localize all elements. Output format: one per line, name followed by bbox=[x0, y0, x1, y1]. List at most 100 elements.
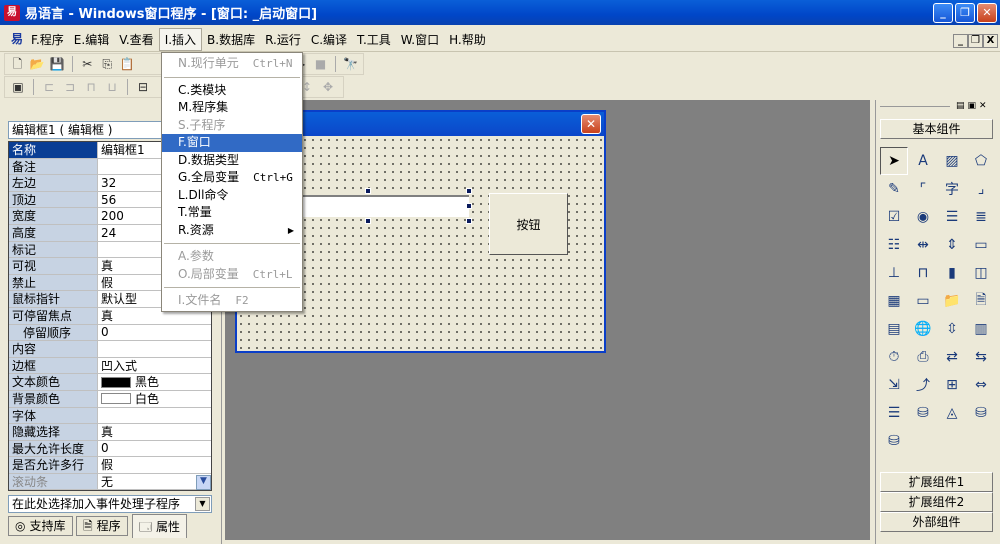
extended-components-1-button[interactable]: 扩展组件1 bbox=[880, 472, 993, 492]
resize-handle[interactable] bbox=[466, 218, 472, 224]
tab-program[interactable]: 🗎 程序 bbox=[76, 516, 128, 536]
event-selector[interactable]: 在此处选择加入事件处理子程序 ▼ bbox=[8, 495, 212, 513]
close-button[interactable]: ✕ bbox=[977, 3, 997, 23]
scrollbar-v-icon[interactable]: ⇕ bbox=[938, 231, 966, 259]
timer-icon[interactable]: ⏱ bbox=[880, 343, 908, 371]
property-value[interactable]: 0 bbox=[98, 325, 211, 341]
resize-handle[interactable] bbox=[466, 203, 472, 209]
paste-icon[interactable]: 📋 bbox=[119, 56, 136, 72]
menu-item[interactable]: O.局部变量 Ctrl+L bbox=[162, 266, 302, 284]
cut-icon[interactable]: ✂ bbox=[79, 56, 96, 72]
menu-help[interactable]: H.帮助 bbox=[444, 29, 491, 50]
menu-item[interactable]: F.窗口 bbox=[162, 134, 302, 152]
form-icon[interactable]: ▣ bbox=[9, 79, 27, 95]
tab-control-icon[interactable]: ⊓ bbox=[909, 259, 937, 287]
data-source-icon[interactable]: ☰ bbox=[880, 399, 908, 427]
pointer-icon[interactable]: ➤ bbox=[880, 147, 908, 175]
dropdown-arrow-icon[interactable]: ▼ bbox=[195, 497, 210, 511]
property-value[interactable] bbox=[98, 341, 211, 357]
property-value[interactable]: 黑色 bbox=[98, 374, 211, 390]
menu-insert[interactable]: I.插入 bbox=[158, 27, 203, 51]
frame-icon[interactable]: ⌟ bbox=[967, 175, 995, 203]
resize-handle[interactable] bbox=[466, 188, 472, 194]
menu-item[interactable]: T.常量 bbox=[162, 204, 302, 222]
menu-item[interactable]: M.程序集 bbox=[162, 99, 302, 117]
property-value[interactable]: 无 bbox=[98, 474, 211, 490]
basic-components-button[interactable]: 基本组件 bbox=[880, 119, 993, 139]
checkbox-icon[interactable]: ☑ bbox=[880, 203, 908, 231]
scroll-down-icon[interactable]: ▼ bbox=[196, 475, 211, 491]
menu-tools[interactable]: T.工具 bbox=[352, 29, 396, 50]
list-box-icon[interactable]: ≣ bbox=[967, 203, 995, 231]
property-row[interactable]: 停留顺序 0 bbox=[9, 324, 211, 342]
menu-item[interactable]: A.参数 bbox=[162, 248, 302, 266]
calendar-icon[interactable]: ▦ bbox=[880, 287, 908, 315]
new-file-icon[interactable]: 🗋 bbox=[9, 56, 26, 72]
chart-icon[interactable]: ◬ bbox=[938, 399, 966, 427]
slider-icon[interactable]: ⊥ bbox=[880, 259, 908, 287]
stop-icon[interactable]: ■ bbox=[312, 56, 329, 72]
odbc-icon[interactable]: ⛁ bbox=[967, 399, 995, 427]
network-icon[interactable]: 🌐 bbox=[909, 315, 937, 343]
file-box-icon[interactable]: 🗎 bbox=[967, 287, 995, 315]
menu-run[interactable]: R.运行 bbox=[260, 29, 306, 50]
restore-button[interactable]: ❐ bbox=[955, 3, 975, 23]
property-row[interactable]: 滚动条无 bbox=[9, 473, 211, 491]
align-right-icon[interactable]: ⊐ bbox=[61, 79, 79, 95]
center-horizontal-icon[interactable]: ⊟ bbox=[134, 79, 152, 95]
checklist-icon[interactable]: ☷ bbox=[880, 231, 908, 259]
hotkey-icon[interactable]: ▥ bbox=[967, 315, 995, 343]
shape-icon[interactable]: ⬠ bbox=[967, 147, 995, 175]
menu-edit[interactable]: E.编辑 bbox=[69, 29, 114, 50]
menu-program[interactable]: F.程序 bbox=[26, 29, 69, 50]
minimize-button[interactable]: _ bbox=[933, 3, 953, 23]
copy-icon[interactable]: ⎘ bbox=[99, 56, 116, 72]
property-row[interactable]: 边框 凹入式 bbox=[9, 357, 211, 375]
app-menu-icon[interactable]: 易 bbox=[8, 31, 26, 47]
combo-box-icon[interactable]: ☰ bbox=[938, 203, 966, 231]
mdi-close-button[interactable]: X bbox=[983, 34, 998, 48]
client-icon[interactable]: ⇆ bbox=[967, 343, 995, 371]
radio-icon[interactable]: ◉ bbox=[909, 203, 937, 231]
save-icon[interactable]: 💾 bbox=[49, 56, 66, 72]
mdi-minimize-button[interactable]: _ bbox=[953, 34, 968, 48]
database-icon[interactable]: ⛁ bbox=[909, 399, 937, 427]
align-top-icon[interactable]: ⊓ bbox=[82, 79, 100, 95]
property-value[interactable]: 假 bbox=[98, 457, 211, 473]
property-row[interactable]: 是否允许多行假 bbox=[9, 457, 211, 474]
property-row[interactable]: 字体 bbox=[9, 407, 211, 425]
tab-support-library[interactable]: ◎ 支持库 bbox=[8, 516, 73, 536]
property-row[interactable]: 最大允许长度 0 bbox=[9, 440, 211, 458]
nav-icon[interactable]: ⇔ bbox=[967, 371, 995, 399]
spinner-icon[interactable]: ⇳ bbox=[938, 315, 966, 343]
label-icon[interactable]: A bbox=[909, 147, 937, 175]
menu-database[interactable]: B.数据库 bbox=[202, 29, 260, 50]
mdi-restore-button[interactable]: ❐ bbox=[968, 34, 983, 48]
align-bottom-icon[interactable]: ⊔ bbox=[103, 79, 121, 95]
pipe-icon[interactable]: ⤴ bbox=[909, 371, 937, 399]
drive-box-icon[interactable]: ▭ bbox=[909, 287, 937, 315]
align-left-icon[interactable]: ⊏ bbox=[40, 79, 58, 95]
property-value[interactable]: 凹入式 bbox=[98, 358, 211, 374]
menu-item[interactable]: C.类模块 bbox=[162, 82, 302, 100]
button-control[interactable]: 按钮 bbox=[489, 193, 568, 255]
scrollbar-h-icon[interactable]: ⇹ bbox=[909, 231, 937, 259]
printer-icon[interactable]: ⎙ bbox=[909, 343, 937, 371]
menu-item[interactable]: G.全局变量 Ctrl+G bbox=[162, 169, 302, 187]
picture-icon[interactable]: ▨ bbox=[938, 147, 966, 175]
property-row[interactable]: 隐藏选择真 bbox=[9, 424, 211, 441]
external-components-button[interactable]: 外部组件 bbox=[880, 512, 993, 532]
menu-item[interactable]: I.文件名 F2 bbox=[162, 292, 302, 310]
property-value[interactable]: 0 bbox=[98, 441, 211, 457]
edit-box-icon[interactable]: ✎ bbox=[880, 175, 908, 203]
design-window-close-icon[interactable]: ✕ bbox=[581, 114, 601, 134]
open-folder-icon[interactable]: 📂 bbox=[29, 56, 46, 72]
menu-item[interactable]: N.现行单元 Ctrl+N bbox=[162, 55, 302, 73]
extended-components-2-button[interactable]: 扩展组件2 bbox=[880, 492, 993, 512]
same-size-icon[interactable]: ✥ bbox=[319, 79, 337, 95]
font-icon[interactable]: 字 bbox=[938, 175, 966, 203]
property-value[interactable] bbox=[98, 408, 211, 424]
panel-grip[interactable] bbox=[880, 106, 950, 107]
dir-box-icon[interactable]: 📁 bbox=[938, 287, 966, 315]
menu-view[interactable]: V.查看 bbox=[114, 29, 158, 50]
